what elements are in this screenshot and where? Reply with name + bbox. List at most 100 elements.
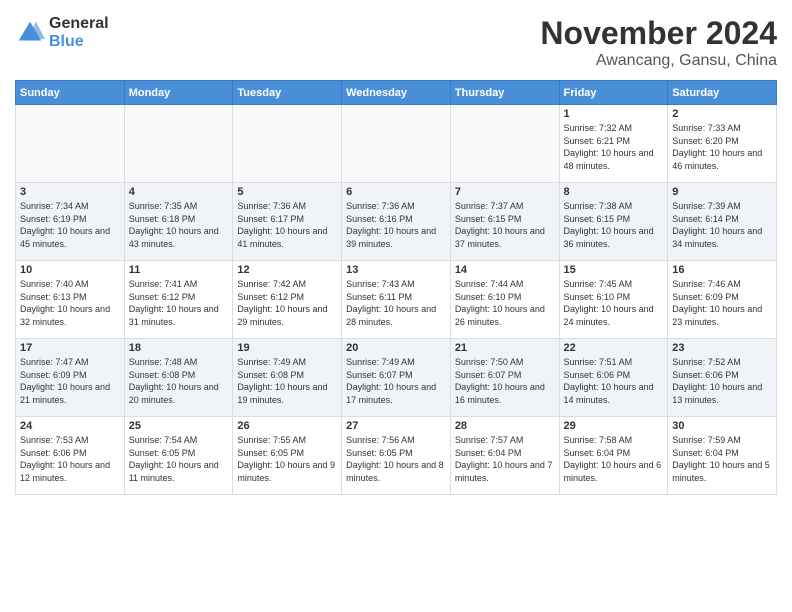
logo-text: General Blue [49, 15, 109, 51]
day-num-9: 9 [672, 186, 772, 198]
empty-cell [124, 105, 233, 183]
logo-icon [15, 18, 45, 48]
day-26: 26 Sunrise: 7:55 AM Sunset: 6:05 PM Dayl… [233, 417, 342, 495]
empty-cell [233, 105, 342, 183]
day-16: 16 Sunrise: 7:46 AM Sunset: 6:09 PM Dayl… [668, 261, 777, 339]
day-15: 15 Sunrise: 7:45 AM Sunset: 6:10 PM Dayl… [559, 261, 668, 339]
day-num-13: 13 [346, 264, 446, 276]
day-num-27: 27 [346, 420, 446, 432]
day-num-23: 23 [672, 342, 772, 354]
header: General Blue November 2024 Awancang, Gan… [15, 15, 777, 70]
day-num-22: 22 [564, 342, 664, 354]
header-sunday: Sunday [16, 81, 125, 105]
day-info-16: Sunrise: 7:46 AM Sunset: 6:09 PM Dayligh… [672, 278, 772, 328]
day-num-14: 14 [455, 264, 555, 276]
day-num-26: 26 [237, 420, 337, 432]
day-24: 24 Sunrise: 7:53 AM Sunset: 6:06 PM Dayl… [16, 417, 125, 495]
day-info-29: Sunrise: 7:58 AM Sunset: 6:04 PM Dayligh… [564, 434, 664, 484]
header-saturday: Saturday [668, 81, 777, 105]
day-num-2: 2 [672, 108, 772, 120]
header-thursday: Thursday [450, 81, 559, 105]
day-info-13: Sunrise: 7:43 AM Sunset: 6:11 PM Dayligh… [346, 278, 446, 328]
day-num-11: 11 [129, 264, 229, 276]
day-28: 28 Sunrise: 7:57 AM Sunset: 6:04 PM Dayl… [450, 417, 559, 495]
day-info-7: Sunrise: 7:37 AM Sunset: 6:15 PM Dayligh… [455, 200, 555, 250]
day-num-29: 29 [564, 420, 664, 432]
day-info-20: Sunrise: 7:49 AM Sunset: 6:07 PM Dayligh… [346, 356, 446, 406]
day-4: 4 Sunrise: 7:35 AM Sunset: 6:18 PM Dayli… [124, 183, 233, 261]
day-30: 30 Sunrise: 7:59 AM Sunset: 6:04 PM Dayl… [668, 417, 777, 495]
day-info-17: Sunrise: 7:47 AM Sunset: 6:09 PM Dayligh… [20, 356, 120, 406]
day-8: 8 Sunrise: 7:38 AM Sunset: 6:15 PM Dayli… [559, 183, 668, 261]
day-info-9: Sunrise: 7:39 AM Sunset: 6:14 PM Dayligh… [672, 200, 772, 250]
day-info-21: Sunrise: 7:50 AM Sunset: 6:07 PM Dayligh… [455, 356, 555, 406]
day-info-28: Sunrise: 7:57 AM Sunset: 6:04 PM Dayligh… [455, 434, 555, 484]
day-num-16: 16 [672, 264, 772, 276]
day-11: 11 Sunrise: 7:41 AM Sunset: 6:12 PM Dayl… [124, 261, 233, 339]
logo: General Blue [15, 15, 109, 51]
day-num-7: 7 [455, 186, 555, 198]
day-num-20: 20 [346, 342, 446, 354]
day-num-15: 15 [564, 264, 664, 276]
day-info-14: Sunrise: 7:44 AM Sunset: 6:10 PM Dayligh… [455, 278, 555, 328]
day-num-12: 12 [237, 264, 337, 276]
day-7: 7 Sunrise: 7:37 AM Sunset: 6:15 PM Dayli… [450, 183, 559, 261]
day-info-3: Sunrise: 7:34 AM Sunset: 6:19 PM Dayligh… [20, 200, 120, 250]
day-info-22: Sunrise: 7:51 AM Sunset: 6:06 PM Dayligh… [564, 356, 664, 406]
day-3: 3 Sunrise: 7:34 AM Sunset: 6:19 PM Dayli… [16, 183, 125, 261]
day-num-30: 30 [672, 420, 772, 432]
day-num-19: 19 [237, 342, 337, 354]
day-18: 18 Sunrise: 7:48 AM Sunset: 6:08 PM Dayl… [124, 339, 233, 417]
week-row-5: 24 Sunrise: 7:53 AM Sunset: 6:06 PM Dayl… [16, 417, 777, 495]
weekday-header-row: Sunday Monday Tuesday Wednesday Thursday… [16, 81, 777, 105]
empty-cell [342, 105, 451, 183]
week-row-3: 10 Sunrise: 7:40 AM Sunset: 6:13 PM Dayl… [16, 261, 777, 339]
day-info-4: Sunrise: 7:35 AM Sunset: 6:18 PM Dayligh… [129, 200, 229, 250]
day-info-1: Sunrise: 7:32 AMSunset: 6:21 PMDaylight:… [564, 122, 664, 172]
day-num-24: 24 [20, 420, 120, 432]
day-info-8: Sunrise: 7:38 AM Sunset: 6:15 PM Dayligh… [564, 200, 664, 250]
day-info-18: Sunrise: 7:48 AM Sunset: 6:08 PM Dayligh… [129, 356, 229, 406]
day-num-28: 28 [455, 420, 555, 432]
month-title: November 2024 [540, 15, 777, 52]
day-info-19: Sunrise: 7:49 AM Sunset: 6:08 PM Dayligh… [237, 356, 337, 406]
day-9: 9 Sunrise: 7:39 AM Sunset: 6:14 PM Dayli… [668, 183, 777, 261]
day-13: 13 Sunrise: 7:43 AM Sunset: 6:11 PM Dayl… [342, 261, 451, 339]
day-info-26: Sunrise: 7:55 AM Sunset: 6:05 PM Dayligh… [237, 434, 337, 484]
day-info-15: Sunrise: 7:45 AM Sunset: 6:10 PM Dayligh… [564, 278, 664, 328]
day-29: 29 Sunrise: 7:58 AM Sunset: 6:04 PM Dayl… [559, 417, 668, 495]
day-25: 25 Sunrise: 7:54 AM Sunset: 6:05 PM Dayl… [124, 417, 233, 495]
header-monday: Monday [124, 81, 233, 105]
day-info-23: Sunrise: 7:52 AM Sunset: 6:06 PM Dayligh… [672, 356, 772, 406]
day-6: 6 Sunrise: 7:36 AM Sunset: 6:16 PM Dayli… [342, 183, 451, 261]
day-num-3: 3 [20, 186, 120, 198]
day-20: 20 Sunrise: 7:49 AM Sunset: 6:07 PM Dayl… [342, 339, 451, 417]
day-1: 1 Sunrise: 7:32 AMSunset: 6:21 PMDayligh… [559, 105, 668, 183]
day-12: 12 Sunrise: 7:42 AM Sunset: 6:12 PM Dayl… [233, 261, 342, 339]
day-num-25: 25 [129, 420, 229, 432]
day-info-25: Sunrise: 7:54 AM Sunset: 6:05 PM Dayligh… [129, 434, 229, 484]
header-tuesday: Tuesday [233, 81, 342, 105]
title-section: November 2024 Awancang, Gansu, China [540, 15, 777, 70]
day-22: 22 Sunrise: 7:51 AM Sunset: 6:06 PM Dayl… [559, 339, 668, 417]
week-row-2: 3 Sunrise: 7:34 AM Sunset: 6:19 PM Dayli… [16, 183, 777, 261]
day-info-5: Sunrise: 7:36 AM Sunset: 6:17 PM Dayligh… [237, 200, 337, 250]
day-info-11: Sunrise: 7:41 AM Sunset: 6:12 PM Dayligh… [129, 278, 229, 328]
week-row-1: 1 Sunrise: 7:32 AMSunset: 6:21 PMDayligh… [16, 105, 777, 183]
calendar: Sunday Monday Tuesday Wednesday Thursday… [15, 80, 777, 495]
day-num-10: 10 [20, 264, 120, 276]
day-num-5: 5 [237, 186, 337, 198]
day-23: 23 Sunrise: 7:52 AM Sunset: 6:06 PM Dayl… [668, 339, 777, 417]
page: General Blue November 2024 Awancang, Gan… [0, 0, 792, 612]
empty-cell [450, 105, 559, 183]
day-num-8: 8 [564, 186, 664, 198]
header-wednesday: Wednesday [342, 81, 451, 105]
day-num-1: 1 [564, 108, 664, 120]
day-info-30: Sunrise: 7:59 AM Sunset: 6:04 PM Dayligh… [672, 434, 772, 484]
day-info-6: Sunrise: 7:36 AM Sunset: 6:16 PM Dayligh… [346, 200, 446, 250]
day-info-12: Sunrise: 7:42 AM Sunset: 6:12 PM Dayligh… [237, 278, 337, 328]
day-21: 21 Sunrise: 7:50 AM Sunset: 6:07 PM Dayl… [450, 339, 559, 417]
day-info-24: Sunrise: 7:53 AM Sunset: 6:06 PM Dayligh… [20, 434, 120, 484]
day-27: 27 Sunrise: 7:56 AM Sunset: 6:05 PM Dayl… [342, 417, 451, 495]
day-num-6: 6 [346, 186, 446, 198]
